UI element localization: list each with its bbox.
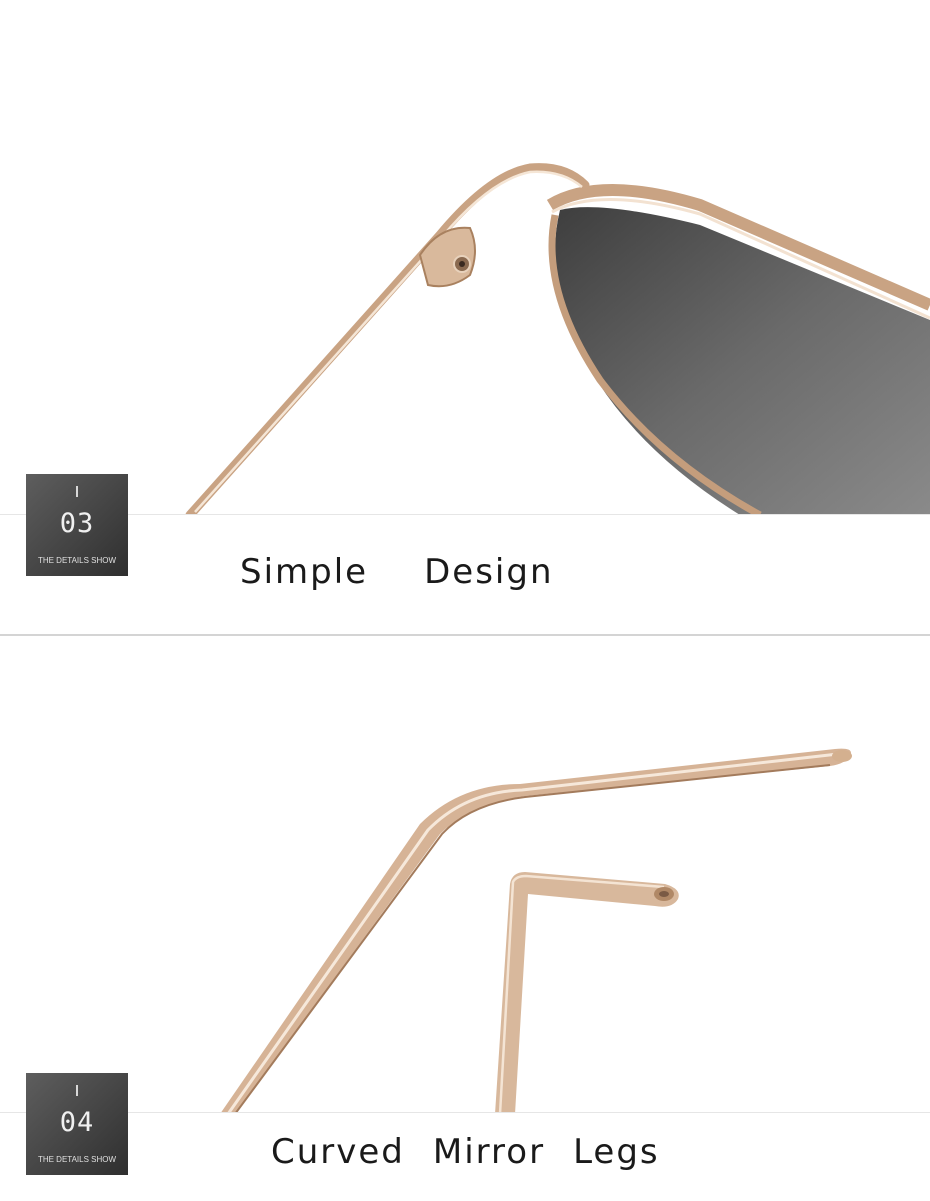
details-badge-03: 03 THE DETAILS SHOW <box>26 474 128 576</box>
caption-word: Legs <box>573 1132 660 1172</box>
badge-number: 04 <box>59 1107 95 1138</box>
badge-tick <box>76 486 78 497</box>
caption-word: Design <box>424 552 554 592</box>
detail-section-04: 04 THE DETAILS SHOW Curved Mirror Legs <box>0 644 930 1201</box>
glasses-legs-photo <box>0 644 930 1114</box>
caption-word: Curved <box>271 1132 405 1172</box>
caption-word: Mirror <box>432 1132 546 1172</box>
badge-subtitle: THE DETAILS SHOW <box>37 1155 117 1164</box>
badge-tick <box>76 1085 78 1096</box>
detail-section-03: 03 THE DETAILS SHOW Simple Design <box>0 0 930 640</box>
caption-simple-design: Simple Design <box>240 552 554 592</box>
badge-subtitle: THE DETAILS SHOW <box>37 556 117 565</box>
glasses-hinge-photo <box>0 0 930 515</box>
badge-number: 03 <box>59 508 95 539</box>
details-badge-04: 04 THE DETAILS SHOW <box>26 1073 128 1175</box>
caption-word: Simple <box>240 552 369 592</box>
caption-curved-mirror-legs: Curved Mirror Legs <box>271 1132 660 1172</box>
section-divider <box>0 634 930 636</box>
